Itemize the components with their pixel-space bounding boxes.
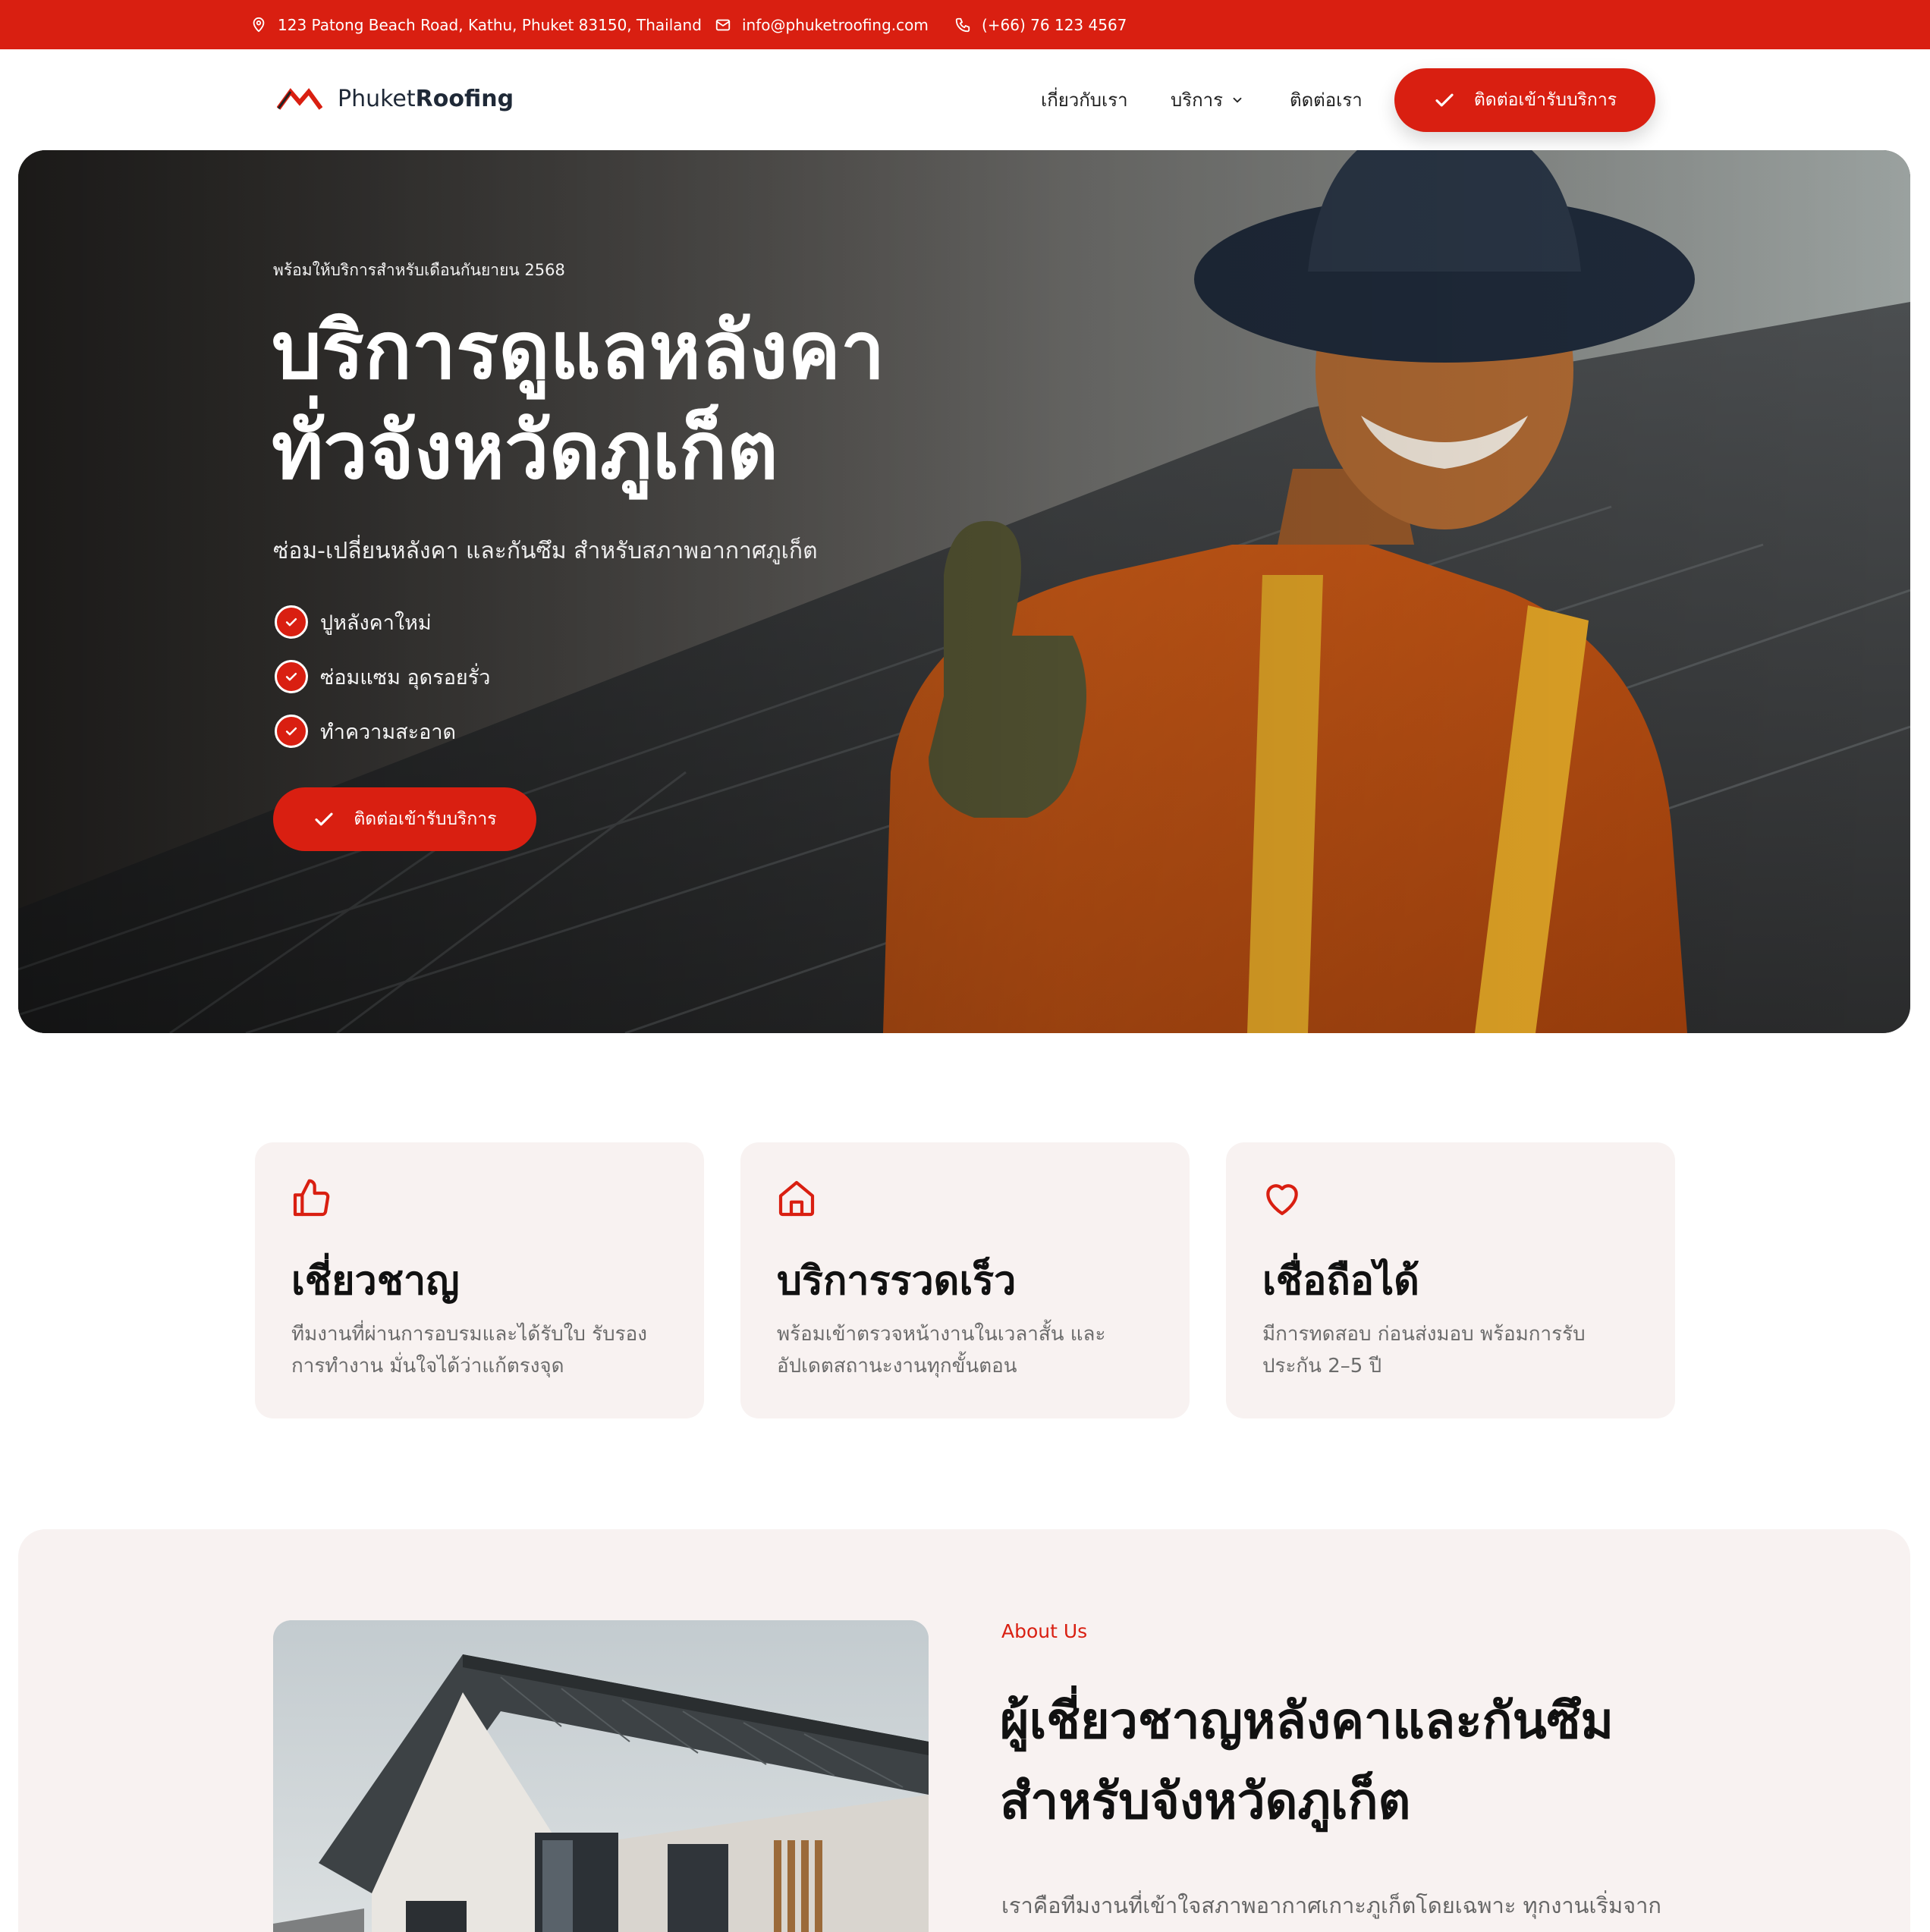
nav-about-label: เกี่ยวกับเรา	[1041, 90, 1128, 111]
check-icon	[1435, 93, 1454, 107]
nav-services-label: บริการ	[1171, 90, 1224, 111]
check-circle-icon	[275, 660, 308, 693]
about-title-line-2: สำหรับจังหวัดภูเก็ต	[1000, 1772, 1411, 1830]
address-text: 123 Patong Beach Road, Kathu, Phuket 831…	[278, 15, 702, 34]
nav-contact[interactable]: ติดต่อเรา	[1290, 85, 1363, 115]
hero-title: บริการดูแลหลังคา ทั่วจังหวัดภูเก็ต	[272, 300, 885, 501]
phone-link[interactable]: (+66) 76 123 4567	[982, 16, 1127, 34]
header-cta-label: ติดต่อเข้ารับบริการ	[1473, 90, 1617, 110]
nav-services[interactable]: บริการ	[1171, 85, 1244, 115]
mail-icon	[715, 19, 731, 30]
logo[interactable]: Phuket Roofing	[277, 80, 514, 118]
about-kicker: About Us	[1001, 1620, 1088, 1642]
map-pin-icon	[253, 17, 265, 32]
check-circle-icon	[275, 605, 308, 639]
list-item: ทำความสะอาด	[275, 715, 490, 748]
list-item: ปูหลังคาใหม่	[275, 605, 490, 639]
hero-subtitle: ซ่อม-เปลี่ยนหลังคา และกันซึม สำหรับสภาพอ…	[273, 538, 818, 564]
about-title: ผู้เชี่ยวชาญหลังคาและกันซึม สำหรับจังหวั…	[1000, 1681, 1614, 1842]
checklist-label: ซ่อมแซม อุดรอยรั่ว	[320, 665, 491, 690]
nav-contact-label: ติดต่อเรา	[1290, 90, 1363, 111]
phone-icon	[955, 17, 970, 32]
feature-title: เชื่อถือได้	[1262, 1258, 1419, 1304]
checklist-label: ทำความสะอาด	[320, 720, 457, 744]
phone-info[interactable]: (+66) 76 123 4567	[954, 0, 1127, 49]
header-contact-button[interactable]: ติดต่อเข้ารับบริการ	[1394, 68, 1655, 132]
email-link[interactable]: info@phuketroofing.com	[742, 16, 929, 34]
hero-cta-label: ติดต่อเข้ารับบริการ	[354, 809, 497, 829]
list-item: ซ่อมแซม อุดรอยรั่ว	[275, 660, 490, 693]
about-section: About Us ผู้เชี่ยวชาญหลังคาและกันซึม สำห…	[18, 1529, 1910, 1932]
top-info-bar: 123 Patong Beach Road, Kathu, Phuket 831…	[0, 0, 1930, 49]
heart-icon	[1266, 1184, 1298, 1215]
logo-text-regular: Phuket	[338, 85, 416, 112]
feature-card-reliable: เชื่อถือได้ มีการทดสอบ ก่อนส่งมอบ พร้อมก…	[1226, 1142, 1675, 1418]
house-illustration	[273, 1620, 929, 1932]
feature-text: พร้อมเข้าตรวจหน้างานในเวลาสั้น และอัปเดต…	[777, 1323, 1106, 1378]
hero-checklist: ปูหลังคาใหม่ ซ่อมแซม อุดรอยรั่ว ทำความสะ…	[275, 605, 490, 769]
address-info: 123 Patong Beach Road, Kathu, Phuket 831…	[250, 0, 702, 49]
about-title-line-1: ผู้เชี่ยวชาญหลังคาและกันซึม	[1000, 1692, 1614, 1750]
roof-logo-icon	[277, 88, 322, 110]
hero-title-line-1: บริการดูแลหลังคา	[272, 304, 885, 397]
chevron-down-icon	[1233, 97, 1242, 102]
feature-text: มีการทดสอบ ก่อนส่งมอบ พร้อมการรับประกัน …	[1262, 1323, 1586, 1378]
house-image	[273, 1620, 929, 1932]
feature-title: บริการรวดเร็ว	[777, 1258, 1017, 1304]
feature-card-expertise: เชี่ยวชาญ ทีมงานที่ผ่านการอบรมและได้รับใ…	[255, 1142, 704, 1418]
nav-about[interactable]: เกี่ยวกับเรา	[1041, 85, 1128, 115]
check-icon	[315, 812, 333, 826]
site-header: Phuket Roofing เกี่ยวกับเรา บริการ ติดต่อ…	[0, 49, 1930, 150]
logo-text-bold: Roofing	[415, 85, 514, 112]
home-icon	[778, 1180, 815, 1217]
checklist-label: ปูหลังคาใหม่	[320, 611, 432, 635]
hero-title-line-2: ทั่วจังหวัดภูเก็ต	[272, 404, 778, 497]
feature-text: ทีมงานที่ผ่านการอบรมและได้รับใบ รับรองกา…	[291, 1323, 647, 1378]
thumbs-up-icon	[293, 1179, 330, 1217]
hero-contact-button[interactable]: ติดต่อเข้ารับบริการ	[273, 787, 536, 851]
about-body: เราคือทีมงานที่เข้าใจสภาพอากาศเกาะภูเก็ต…	[1001, 1893, 1661, 1918]
hero-kicker: พร้อมให้บริการสำหรับเดือนกันยายน 2568	[273, 261, 565, 279]
feature-title: เชี่ยวชาญ	[291, 1258, 460, 1304]
check-circle-icon	[275, 715, 308, 748]
hero-banner: พร้อมให้บริการสำหรับเดือนกันยายน 2568 บร…	[18, 150, 1910, 1033]
email-info[interactable]: info@phuketroofing.com	[715, 0, 929, 49]
feature-card-fast-service: บริการรวดเร็ว พร้อมเข้าตรวจหน้างานในเวลา…	[740, 1142, 1190, 1418]
